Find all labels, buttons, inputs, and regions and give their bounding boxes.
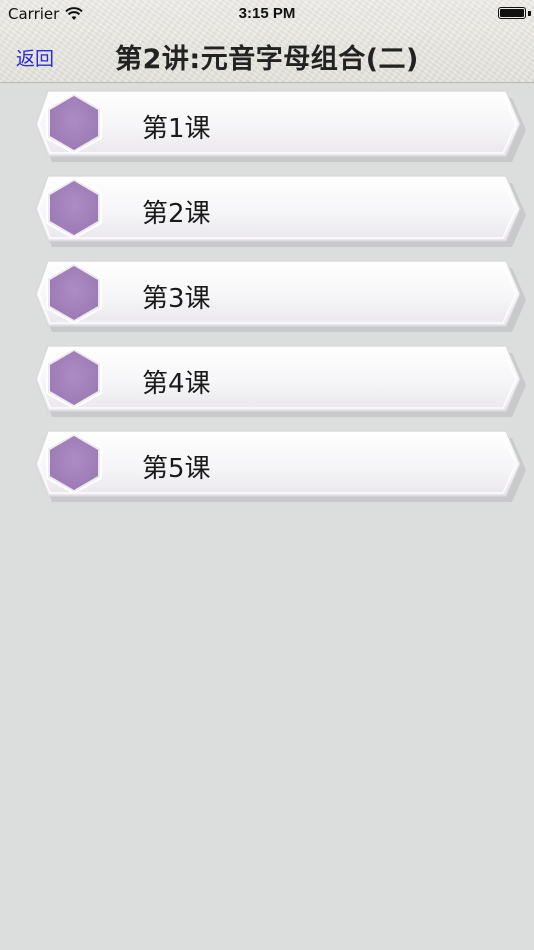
lesson-item-2[interactable]: 第2课: [34, 173, 527, 248]
status-time: 3:15 PM: [238, 5, 296, 22]
lesson-card-shape: [35, 345, 527, 418]
lesson-card-shape: [35, 260, 527, 333]
lesson-label: 第3课: [142, 284, 211, 314]
battery-icon: [498, 7, 526, 19]
lesson-label: 第1课: [142, 114, 211, 144]
lesson-item-4[interactable]: 第4课: [34, 343, 527, 418]
page-title: 第2讲:元音字母组合(二): [115, 44, 419, 75]
header: Carrier 3:15 PM 返回 第2讲:元音字母组合(二): [0, 0, 534, 83]
hexagon-icon: [46, 262, 102, 324]
hexagon-icon: [46, 432, 102, 494]
battery-tip: [528, 11, 531, 16]
lesson-label: 第4课: [142, 369, 211, 399]
lesson-label: 第2课: [142, 199, 211, 229]
hexagon-icon: [46, 177, 102, 239]
lesson-item-1[interactable]: 第1课: [34, 88, 527, 163]
battery-level-fill: [500, 9, 524, 17]
status-bar: Carrier 3:15 PM: [0, 0, 534, 28]
hexagon-icon: [46, 92, 102, 154]
lesson-item-3[interactable]: 第3课: [34, 258, 527, 333]
lesson-card-shape: [35, 430, 527, 503]
navigation-bar: 返回 第2讲:元音字母组合(二): [0, 28, 534, 82]
lesson-card-shape: [35, 175, 527, 248]
lesson-card-shape: [35, 90, 527, 163]
lesson-label: 第5课: [142, 454, 211, 484]
hexagon-icon: [46, 347, 102, 409]
lesson-item-5[interactable]: 第5课: [34, 428, 527, 503]
